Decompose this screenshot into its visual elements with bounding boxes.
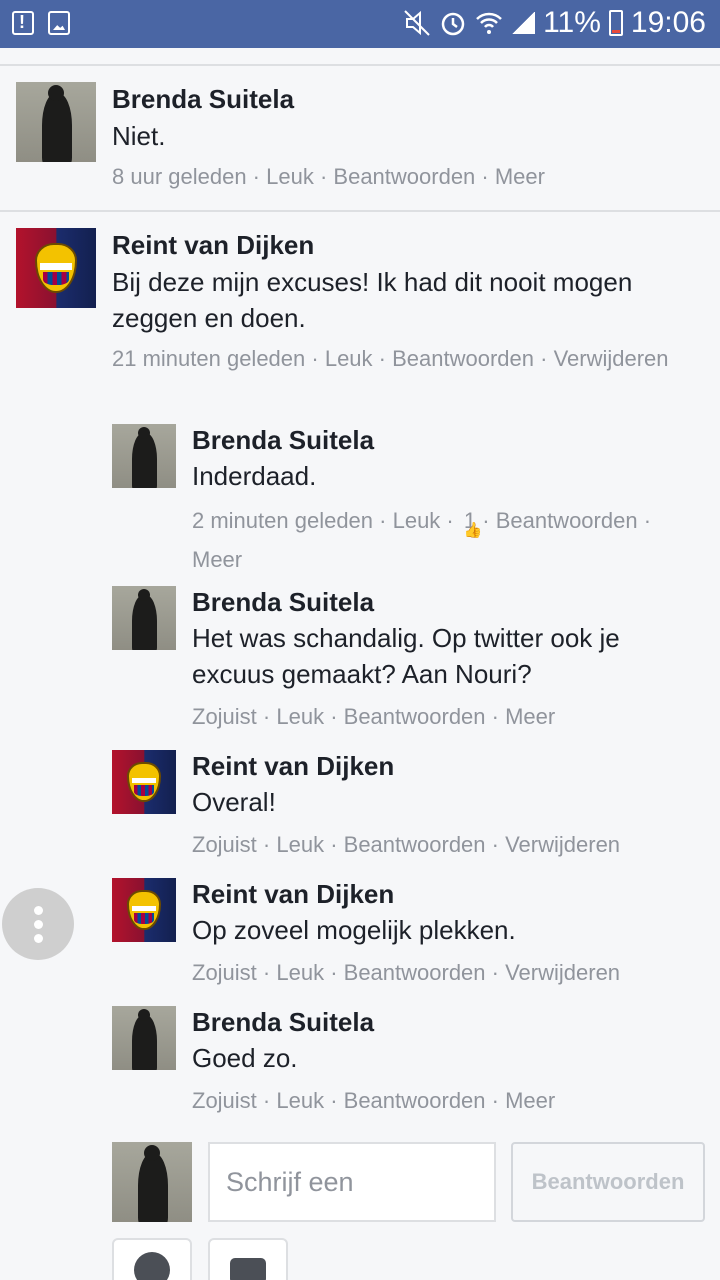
- reply-link[interactable]: Beantwoorden: [496, 508, 638, 533]
- delete-link[interactable]: Verwijderen: [505, 960, 620, 985]
- reply-meta: Zojuist · Leuk · Beantwoorden · Meer: [192, 1088, 556, 1113]
- comment-text: Niet.: [112, 121, 166, 151]
- reply: Reint van Dijken Overal! Zojuist · Leuk …: [192, 748, 702, 862]
- like-link[interactable]: Leuk: [276, 1088, 324, 1113]
- reply-submit-button[interactable]: Beantwoorden: [511, 1142, 705, 1222]
- comment: Brenda Suitela Niet. 8 uur geleden · Leu…: [112, 80, 702, 194]
- more-vert-icon[interactable]: [2, 888, 74, 960]
- gallery-icon: [48, 11, 70, 35]
- reply-meta: Zojuist · Leuk · Beantwoorden · Meer: [192, 704, 556, 729]
- avatar[interactable]: [112, 424, 176, 488]
- comment-meta: 8 uur geleden · Leuk · Beantwoorden · Me…: [112, 164, 545, 189]
- like-link[interactable]: Leuk: [276, 960, 324, 985]
- reply-text: Op zoveel mogelijk plekken.: [192, 915, 516, 945]
- reply-link[interactable]: Beantwoorden: [344, 1088, 486, 1113]
- club-crest-icon: [127, 762, 161, 802]
- reply-meta: Zojuist · Leuk · Beantwoorden · Verwijde…: [192, 960, 621, 985]
- avatar[interactable]: [112, 878, 176, 942]
- reply: Reint van Dijken Op zoveel mogelijk plek…: [192, 876, 702, 990]
- club-crest-icon: [127, 890, 161, 930]
- comment-author[interactable]: Reint van Dijken: [112, 226, 702, 264]
- battery-icon: [608, 10, 623, 36]
- reply-meta: 2 minuten geleden · Leuk · 1 · Beantwoor…: [192, 508, 652, 572]
- photo-button[interactable]: [208, 1238, 288, 1280]
- reply-link[interactable]: Beantwoorden: [344, 704, 486, 729]
- reply-link[interactable]: Beantwoorden: [392, 346, 534, 371]
- reply-time[interactable]: 2 minuten geleden: [192, 508, 373, 533]
- alert-icon: [12, 11, 34, 35]
- reply: Brenda Suitela Het was schandalig. Op tw…: [192, 584, 702, 734]
- divider: [0, 210, 720, 212]
- smiley-icon: [134, 1252, 170, 1280]
- reply-author[interactable]: Brenda Suitela: [192, 422, 702, 458]
- reply-input[interactable]: Schrijf een: [208, 1142, 496, 1222]
- avatar[interactable]: [16, 82, 96, 162]
- reply-text: Inderdaad.: [192, 461, 317, 491]
- reply-link[interactable]: Beantwoorden: [344, 832, 486, 857]
- comment: Reint van Dijken Bij deze mijn excuses! …: [112, 226, 702, 376]
- reply-text: Het was schandalig. Op twitter ook je ex…: [192, 623, 620, 689]
- avatar[interactable]: [112, 1006, 176, 1070]
- comment-meta: 21 minuten geleden · Leuk · Beantwoorden…: [112, 346, 669, 371]
- reply: Brenda Suitela Goed zo. Zojuist · Leuk ·…: [192, 1004, 702, 1118]
- avatar[interactable]: [112, 750, 176, 814]
- reply-author[interactable]: Brenda Suitela: [192, 1004, 702, 1040]
- delete-link[interactable]: Verwijderen: [554, 346, 669, 371]
- reply-time[interactable]: Zojuist: [192, 960, 257, 985]
- more-link[interactable]: Meer: [505, 1088, 555, 1113]
- signal-icon: [511, 12, 536, 34]
- club-crest-icon: [35, 243, 77, 293]
- reply-time[interactable]: Zojuist: [192, 832, 257, 857]
- clock: 19:06: [630, 6, 706, 39]
- reply-link[interactable]: Beantwoorden: [333, 164, 475, 189]
- comment-time[interactable]: 8 uur geleden: [112, 164, 247, 189]
- alarm-icon: [439, 9, 467, 37]
- reply-text: Goed zo.: [192, 1043, 298, 1073]
- battery-percent: 11%: [543, 6, 601, 39]
- reply-meta: Zojuist · Leuk · Beantwoorden · Verwijde…: [192, 832, 621, 857]
- like-link[interactable]: Leuk: [393, 508, 441, 533]
- more-link[interactable]: Meer: [192, 547, 242, 572]
- avatar[interactable]: [16, 228, 96, 308]
- divider: [0, 64, 720, 66]
- reply-time[interactable]: Zojuist: [192, 704, 257, 729]
- reply-time[interactable]: Zojuist: [192, 1088, 257, 1113]
- composer-avatar: [112, 1142, 192, 1222]
- reply-author[interactable]: Reint van Dijken: [192, 876, 702, 912]
- reply-author[interactable]: Reint van Dijken: [192, 748, 702, 784]
- sticker-button[interactable]: [112, 1238, 192, 1280]
- like-link[interactable]: Leuk: [325, 346, 373, 371]
- delete-link[interactable]: Verwijderen: [505, 832, 620, 857]
- reply: Brenda Suitela Inderdaad. 2 minuten gele…: [192, 422, 702, 577]
- like-link[interactable]: Leuk: [276, 704, 324, 729]
- mute-icon: [403, 9, 431, 37]
- comment-time[interactable]: 21 minuten geleden: [112, 346, 305, 371]
- avatar[interactable]: [112, 586, 176, 650]
- reply-link[interactable]: Beantwoorden: [344, 960, 486, 985]
- reply-text: Overal!: [192, 787, 276, 817]
- camera-icon: [230, 1258, 266, 1280]
- like-link[interactable]: Leuk: [276, 832, 324, 857]
- reply-author[interactable]: Brenda Suitela: [192, 584, 702, 620]
- comment-text: Bij deze mijn excuses! Ik had dit nooit …: [112, 267, 633, 333]
- wifi-icon: [475, 9, 503, 37]
- status-bar: 11% 19:06: [0, 0, 720, 48]
- comment-author[interactable]: Brenda Suitela: [112, 80, 702, 118]
- more-link[interactable]: Meer: [505, 704, 555, 729]
- more-link[interactable]: Meer: [495, 164, 545, 189]
- like-link[interactable]: Leuk: [266, 164, 314, 189]
